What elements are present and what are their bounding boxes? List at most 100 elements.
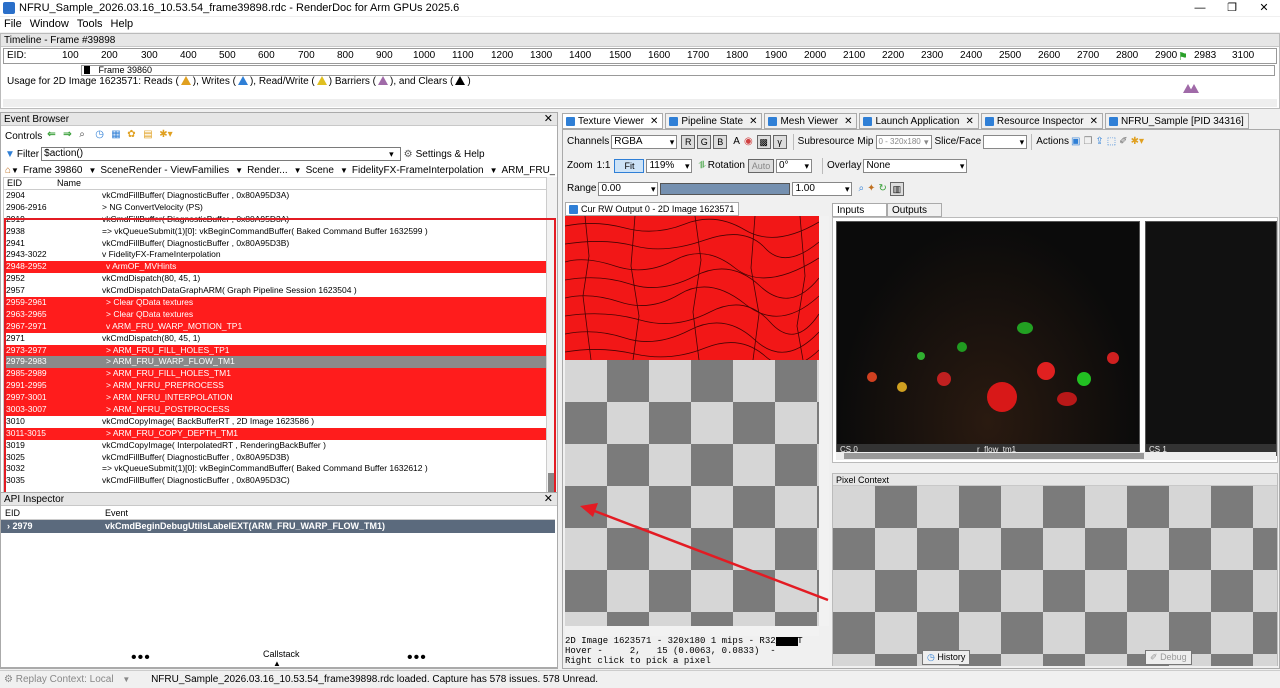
event-row[interactable]: 3003-3007 > ARM_NFRU_POSTPROCESS [4, 404, 546, 416]
thumbnail-scrollbar[interactable] [836, 452, 1276, 460]
event-row[interactable]: 3032 => vkQueueSubmit(1)[0]: vkBeginComma… [4, 463, 546, 475]
api-event-row[interactable]: › 2979 vkCmdBeginDebugUtilsLabelEXT(ARM_… [1, 520, 555, 533]
minimize-button[interactable]: — [1184, 0, 1216, 16]
fit-button[interactable]: Fit [614, 158, 645, 173]
timeline-ruler[interactable]: EID: 100 200 300 400 500 600 700 800 900… [3, 48, 1277, 64]
event-row[interactable]: 2943-3022 v FidelityFX-FrameInterpolation [4, 249, 546, 261]
event-row[interactable]: 2952 vkCmdDispatch(80, 45, 1) [4, 273, 546, 285]
canvas-vscrollbar[interactable] [819, 216, 829, 626]
event-row[interactable]: 3011-3015 > ARM_FRU_COPY_DEPTH_TM1 [4, 427, 546, 440]
forward-arrow-icon[interactable]: ⇒ [63, 129, 77, 143]
tab-pipeline-state[interactable]: Pipeline State ✕ [665, 113, 763, 129]
event-row[interactable]: 3019 vkCmdCopyImage( InterpolatedRT , Ren… [4, 440, 546, 452]
event-row[interactable]: 2959-2961 > Clear QData textures [4, 297, 546, 309]
breadcrumb-render[interactable]: Render... [243, 165, 294, 176]
checkerboard-icon[interactable]: ▩ [756, 134, 771, 149]
event-row[interactable]: 2957 vkCmdDispatchDataGraphARM( Graph Pip… [4, 285, 546, 297]
event-row[interactable]: 2967-2971 v ARM_FRU_WARP_MOTION_TP1 [4, 320, 546, 333]
callstack-label[interactable]: Callstack [263, 649, 300, 659]
event-row[interactable]: 2973-2977 > ARM_FRU_FILL_HOLES_TP1 [4, 344, 546, 357]
texture-canvas[interactable] [565, 216, 829, 640]
tab-inputs[interactable]: Inputs [832, 203, 887, 217]
output-tab[interactable]: Cur RW Output 0 - 2D Image 1623571 [565, 202, 740, 216]
breadcrumb-frame[interactable]: Frame 39860 [19, 165, 88, 176]
channels-select[interactable]: RGBA [611, 134, 678, 149]
chevron-down-icon[interactable]: ▼ [490, 166, 498, 175]
maximize-button[interactable]: ❐ [1216, 0, 1248, 16]
auto-button[interactable]: Auto [748, 158, 774, 173]
goto-icon[interactable]: ⬚ [1107, 136, 1116, 147]
event-row[interactable]: 2997-3001 > ARM_NFRU_INTERPOLATION [4, 392, 546, 405]
channel-b-toggle[interactable]: B [713, 134, 728, 149]
expand-icon[interactable]: › [7, 521, 10, 531]
event-row[interactable]: 2991-2995 > ARM_NFRU_PREPROCESS [4, 380, 546, 393]
debug-button[interactable]: ✐ Debug [1145, 650, 1192, 665]
autofit-icon[interactable]: ✦ [867, 183, 875, 194]
channel-g-toggle[interactable]: G [697, 134, 712, 149]
zoom-1to1-button[interactable]: 1:1 [597, 160, 611, 171]
flip-icon[interactable]: ⥮ [698, 160, 705, 171]
column-eid[interactable]: EID [1, 507, 105, 519]
event-row[interactable]: 2985-2989 > ARM_FRU_FILL_HOLES_TM1 [4, 368, 546, 381]
settings-icon[interactable]: ⚙ [404, 149, 413, 160]
menu-file[interactable]: File [0, 17, 26, 32]
close-icon[interactable]: ✕ [544, 113, 553, 126]
history-button[interactable]: ◷ History [922, 650, 971, 665]
timeline-icon[interactable]: ▦ [111, 129, 125, 143]
breadcrumb-fidelityfx[interactable]: FidelityFX-FrameInterpolation [348, 165, 490, 176]
settings-help-button[interactable]: Settings & Help [416, 149, 485, 160]
menu-window[interactable]: Window [26, 17, 73, 32]
histogram-icon[interactable]: ▥ [889, 181, 904, 196]
timeline-scrollbar[interactable] [3, 99, 1277, 107]
chevron-down-icon[interactable]: ▼ [235, 166, 243, 175]
chevron-down-icon[interactable]: ▼ [340, 166, 348, 175]
collapse-arrow-icon[interactable]: ▲ [273, 659, 281, 668]
replay-context-select[interactable]: Replay Context: Local [16, 674, 114, 685]
menu-help[interactable]: Help [107, 17, 138, 32]
range-max-input[interactable]: 1.00 [792, 181, 853, 196]
event-row[interactable]: 2941 vkCmdFillBuffer( DiagnosticBuffer , … [4, 238, 546, 250]
range-min-input[interactable]: 0.00 [598, 181, 659, 196]
gear-dropdown-icon[interactable]: ✱▾ [1131, 136, 1144, 147]
tab-launch-application[interactable]: Launch Application ✕ [859, 113, 979, 129]
event-row[interactable]: 2948-2952 v ArmOF_MVHints [4, 261, 546, 274]
breadcrumb-warp-flow[interactable]: ARM_FRU_WARP_FLOW_TM1 [498, 165, 556, 176]
event-row[interactable]: 2904 vkCmdFillBuffer( DiagnosticBuffer , … [4, 190, 546, 202]
channel-r-toggle[interactable]: R [681, 134, 696, 149]
close-icon[interactable]: ✕ [544, 493, 553, 506]
splitter-handle-left[interactable]: ••• [131, 649, 151, 667]
tab-texture-viewer[interactable]: Texture Viewer ✕ [562, 113, 664, 129]
event-row[interactable]: 2963-2965 > Clear QData textures [4, 308, 546, 321]
event-row[interactable]: 2971 vkCmdDispatch(80, 45, 1) [4, 333, 546, 345]
gamma-icon[interactable]: γ [772, 134, 787, 149]
splitter-handle-right[interactable]: ••• [407, 649, 427, 667]
event-row[interactable]: 2938 => vkQueueSubmit(1)[0]: vkBeginComma… [4, 226, 546, 238]
pin-icon[interactable]: ✐ [1119, 136, 1127, 147]
copy-icon[interactable]: ❐ [1083, 136, 1092, 147]
mip-select[interactable]: 0 - 320x180 [875, 134, 932, 149]
canvas-hscrollbar[interactable] [565, 626, 819, 636]
pixel-context-view[interactable] [833, 486, 1277, 666]
back-arrow-icon[interactable]: ⇐ [47, 129, 61, 143]
settings-dropdown-icon[interactable]: ✱▾ [159, 129, 173, 143]
color-wheel-icon[interactable]: ◉ [744, 136, 753, 147]
tab-nfru-sample[interactable]: NFRU_Sample [PID 34316] [1104, 113, 1249, 129]
clock-icon[interactable]: ◷ [95, 129, 109, 143]
thumbnail-cs1[interactable]: CS 1 [1145, 221, 1277, 456]
rotation-select[interactable]: 0° [776, 158, 812, 173]
close-button[interactable]: ✕ [1248, 0, 1280, 16]
open-icon[interactable]: ⇪ [1095, 136, 1103, 147]
breadcrumb-scene[interactable]: Scene [302, 165, 340, 176]
tab-outputs[interactable]: Outputs [887, 203, 942, 217]
tab-resource-inspector[interactable]: Resource Inspector ✕ [980, 113, 1103, 129]
event-row[interactable]: 2906-2916 > NG ConvertVelocity (PS) [4, 202, 546, 214]
filter-dropdown-icon[interactable]: ▾ [389, 149, 394, 160]
bookmark-icon[interactable]: ▤ [143, 129, 157, 143]
event-row[interactable]: 3010 vkCmdCopyImage( BackBufferRT , 2D Im… [4, 416, 546, 428]
slice-face-select[interactable] [983, 134, 1028, 149]
event-row[interactable]: 2919 vkCmdFillBuffer( DiagnosticBuffer , … [4, 214, 546, 226]
column-eid[interactable]: EID [4, 178, 54, 189]
chevron-down-icon[interactable]: ▼ [294, 166, 302, 175]
event-row[interactable]: 3025 vkCmdFillBuffer( DiagnosticBuffer , … [4, 452, 546, 464]
event-row[interactable]: 2979-2983 > ARM_FRU_WARP_FLOW_TM1 [4, 356, 546, 369]
